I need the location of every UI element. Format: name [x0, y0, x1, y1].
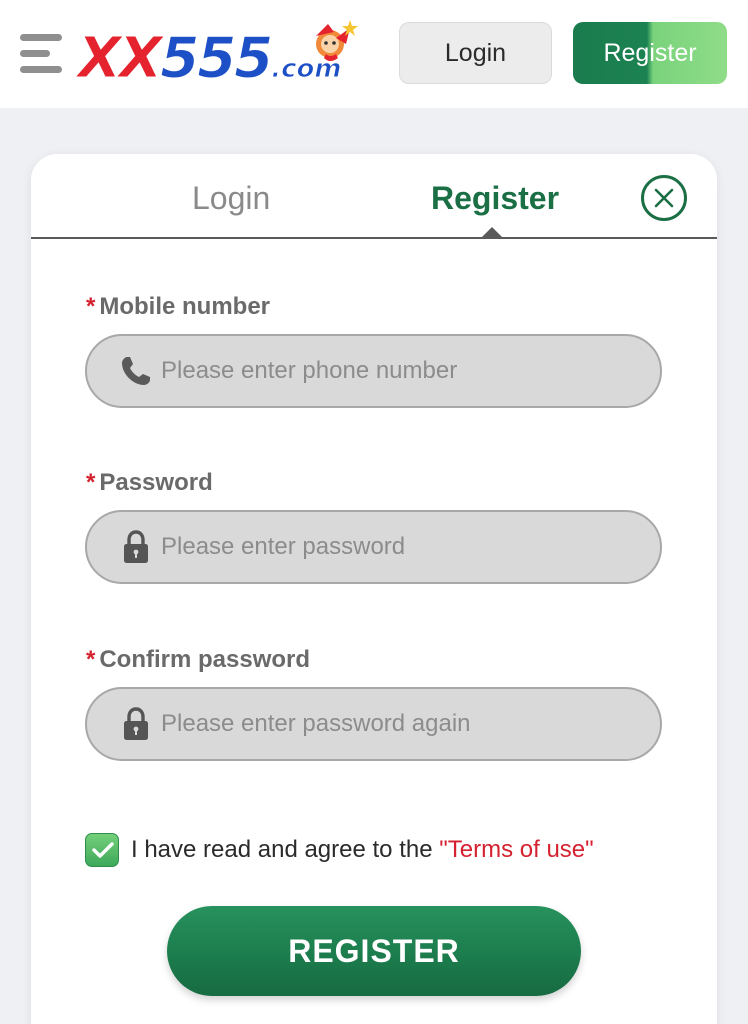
tab-divider [31, 237, 717, 239]
mobile-number-label-text: Mobile number [99, 293, 271, 320]
close-x-glyph [654, 188, 674, 208]
required-mark: * [86, 469, 96, 496]
confirm-password-label: * Confirm password [86, 645, 310, 675]
register-submit-button[interactable]: REGISTER [167, 906, 581, 996]
checkmark-icon [92, 842, 114, 858]
close-circle-icon[interactable] [641, 175, 687, 221]
logo-xx: XX [77, 26, 162, 92]
confirm-password-label-text: Confirm password [99, 646, 311, 673]
register-modal: Login Register *Mobile number *Password [31, 154, 717, 1024]
mobile-number-field[interactable] [85, 334, 662, 408]
phone-icon [122, 357, 150, 385]
header-register-button[interactable]: Register [573, 22, 727, 84]
confirm-password-input[interactable] [161, 689, 641, 759]
menu-line [20, 34, 62, 41]
agree-statement: I have read and agree to the [131, 836, 440, 863]
logo-wordmark: XX555.com [77, 24, 342, 94]
hamburger-menu-icon[interactable] [20, 34, 62, 74]
password-label-text: Password [99, 469, 213, 496]
tab-login[interactable]: Login [192, 178, 270, 218]
confirm-password-field[interactable] [85, 687, 662, 761]
password-input[interactable] [161, 512, 641, 582]
lock-icon [124, 707, 148, 740]
terms-agreement: I have read and agree to the "Terms of u… [85, 832, 594, 868]
logo-number: 555 [160, 26, 274, 92]
mobile-number-label: * Mobile number [86, 292, 270, 322]
lock-icon [124, 530, 148, 563]
auth-tabs: Login Register [31, 154, 717, 240]
phone-input[interactable] [161, 336, 641, 406]
header-login-button[interactable]: Login [399, 22, 552, 84]
site-logo[interactable]: XX555.com [77, 18, 378, 92]
password-field[interactable] [85, 510, 662, 584]
mascot-icon [316, 20, 358, 61]
required-mark: * [86, 293, 96, 320]
agree-checkbox[interactable] [85, 833, 119, 867]
password-label: * Password [86, 468, 213, 498]
menu-line [20, 50, 50, 57]
menu-line [20, 66, 62, 73]
terms-of-use-link[interactable]: "Terms of use" [439, 836, 593, 863]
tab-register[interactable]: Register [431, 178, 559, 218]
agree-text: I have read and agree to the "Terms of u… [131, 836, 594, 864]
required-mark: * [86, 646, 96, 673]
top-header: XX555.com Login Register [0, 0, 748, 108]
